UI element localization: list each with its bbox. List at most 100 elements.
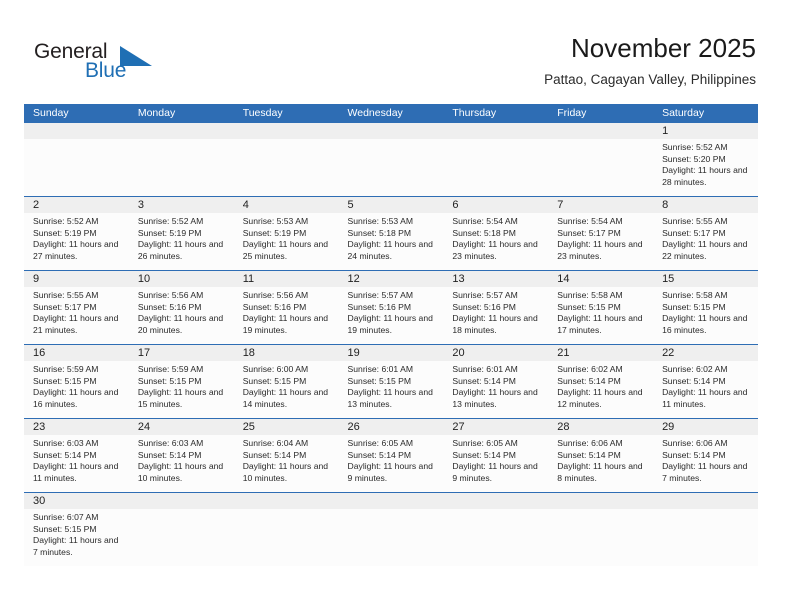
sunrise-text: Sunrise: 5:52 AM: [137, 216, 204, 226]
week-detail-strip: Sunrise: 6:03 AM Sunset: 5:14 PM Daylight:…: [24, 435, 758, 492]
sunset-text: Sunset: 5:14 PM: [33, 449, 97, 460]
day-number-empty: [653, 493, 758, 509]
day-number[interactable]: 14: [548, 271, 653, 287]
day-cell[interactable]: Sunrise: 5:52 AM Sunset: 5:19 PM Daylight:…: [129, 213, 234, 270]
day-cell[interactable]: Sunrise: 5:59 AM Sunset: 5:15 PM Daylight:…: [24, 361, 129, 418]
daylight-text: Daylight: 11 hours and 22 minutes.: [662, 239, 748, 261]
day-number[interactable]: 13: [443, 271, 548, 287]
sunset-text: Sunset: 5:15 PM: [33, 375, 97, 386]
general-blue-logo[interactable]: General Blue: [34, 40, 174, 88]
day-number[interactable]: 24: [129, 419, 234, 435]
day-cell[interactable]: Sunrise: 5:53 AM Sunset: 5:19 PM Daylight:…: [234, 213, 339, 270]
day-number[interactable]: 1: [653, 123, 758, 139]
day-cell[interactable]: Sunrise: 6:01 AM Sunset: 5:15 PM Daylight:…: [339, 361, 444, 418]
day-cell[interactable]: Sunrise: 5:55 AM Sunset: 5:17 PM Daylight:…: [24, 287, 129, 344]
day-number[interactable]: 29: [653, 419, 758, 435]
sunset-text: Sunset: 5:18 PM: [347, 227, 412, 238]
day-cell[interactable]: Sunrise: 6:02 AM Sunset: 5:14 PM Daylight:…: [548, 361, 653, 418]
day-number[interactable]: 30: [24, 493, 129, 509]
day-cell[interactable]: Sunrise: 5:52 AM Sunset: 5:19 PM Daylight:…: [24, 213, 129, 270]
day-number[interactable]: 18: [234, 345, 339, 361]
day-number[interactable]: 10: [129, 271, 234, 287]
day-cell[interactable]: Sunrise: 5:57 AM Sunset: 5:16 PM Daylight:…: [443, 287, 548, 344]
day-number[interactable]: 7: [548, 197, 653, 213]
day-number[interactable]: 27: [443, 419, 548, 435]
day-number[interactable]: 26: [339, 419, 444, 435]
daylight-text: Daylight: 11 hours and 28 minutes.: [662, 165, 748, 187]
daylight-text: Daylight: 11 hours and 8 minutes.: [557, 461, 643, 483]
sunrise-text: Sunrise: 5:54 AM: [452, 216, 518, 226]
day-cell-empty: [129, 139, 234, 196]
day-number[interactable]: 17: [129, 345, 234, 361]
weekday-header-wednesday: Wednesday: [347, 107, 403, 119]
day-number[interactable]: 20: [443, 345, 548, 361]
day-cell[interactable]: Sunrise: 5:54 AM Sunset: 5:17 PM Daylight:…: [548, 213, 653, 270]
day-number[interactable]: 3: [129, 197, 234, 213]
day-cell[interactable]: Sunrise: 5:58 AM Sunset: 5:15 PM Daylight:…: [548, 287, 653, 344]
daylight-text: Daylight: 11 hours and 19 minutes.: [347, 313, 433, 335]
day-number[interactable]: 16: [24, 345, 129, 361]
day-cell[interactable]: Sunrise: 6:05 AM Sunset: 5:14 PM Daylight:…: [339, 435, 444, 492]
sunset-text: Sunset: 5:14 PM: [137, 449, 202, 460]
day-cell[interactable]: Sunrise: 6:03 AM Sunset: 5:14 PM Daylight:…: [129, 435, 234, 492]
day-cell[interactable]: Sunrise: 6:03 AM Sunset: 5:14 PM Daylight:…: [24, 435, 129, 492]
weekday-header-monday: Monday: [137, 107, 176, 119]
day-number[interactable]: 4: [234, 197, 339, 213]
day-cell-empty: [234, 509, 339, 566]
day-cell[interactable]: Sunrise: 6:00 AM Sunset: 5:15 PM Daylight:…: [234, 361, 339, 418]
day-cell[interactable]: Sunrise: 5:59 AM Sunset: 5:15 PM Daylight:…: [129, 361, 234, 418]
calendar-week-row: 30 Sunrise: 6:07 AM Sunset: 5:15 PM Dayligh…: [24, 492, 758, 566]
day-number-empty: [234, 123, 339, 139]
day-number[interactable]: 19: [339, 345, 444, 361]
week-daynumber-strip: 30: [24, 493, 758, 509]
day-cell[interactable]: Sunrise: 6:04 AM Sunset: 5:14 PM Daylight:…: [234, 435, 339, 492]
sunrise-text: Sunrise: 6:06 AM: [662, 438, 728, 448]
sunrise-text: Sunrise: 5:58 AM: [662, 290, 728, 300]
weekday-header-friday: Friday: [557, 107, 587, 119]
logo-text-blue: Blue: [85, 59, 127, 82]
daylight-text: Daylight: 11 hours and 16 minutes.: [33, 387, 119, 409]
day-cell[interactable]: Sunrise: 6:06 AM Sunset: 5:14 PM Daylight:…: [653, 435, 758, 492]
day-cell[interactable]: Sunrise: 6:01 AM Sunset: 5:14 PM Daylight:…: [443, 361, 548, 418]
day-number[interactable]: 21: [548, 345, 653, 361]
day-number[interactable]: 11: [234, 271, 339, 287]
daylight-text: Daylight: 11 hours and 10 minutes.: [137, 461, 224, 483]
sunrise-text: Sunrise: 6:02 AM: [662, 364, 728, 374]
day-cell[interactable]: Sunrise: 5:58 AM Sunset: 5:15 PM Daylight:…: [653, 287, 758, 344]
day-number[interactable]: 22: [653, 345, 758, 361]
day-cell[interactable]: Sunrise: 5:56 AM Sunset: 5:16 PM Daylight:…: [234, 287, 339, 344]
day-cell[interactable]: Sunrise: 6:06 AM Sunset: 5:14 PM Daylight:…: [548, 435, 653, 492]
day-cell[interactable]: Sunrise: 5:54 AM Sunset: 5:18 PM Daylight:…: [443, 213, 548, 270]
sunset-text: Sunset: 5:14 PM: [452, 375, 516, 386]
day-cell-empty: [443, 139, 548, 196]
day-cell[interactable]: Sunrise: 5:56 AM Sunset: 5:16 PM Daylight:…: [129, 287, 234, 344]
day-cell[interactable]: Sunrise: 5:55 AM Sunset: 5:17 PM Daylight:…: [653, 213, 758, 270]
day-number[interactable]: 23: [24, 419, 129, 435]
day-number[interactable]: 5: [339, 197, 444, 213]
day-number[interactable]: 12: [339, 271, 444, 287]
day-cell[interactable]: Sunrise: 5:57 AM Sunset: 5:16 PM Daylight:…: [339, 287, 444, 344]
daylight-text: Daylight: 11 hours and 23 minutes.: [557, 239, 643, 261]
day-cell[interactable]: Sunrise: 6:05 AM Sunset: 5:14 PM Daylight:…: [443, 435, 548, 492]
day-number[interactable]: 6: [443, 197, 548, 213]
daylight-text: Daylight: 11 hours and 18 minutes.: [452, 313, 538, 335]
sunrise-text: Sunrise: 6:02 AM: [557, 364, 623, 374]
week-detail-strip: Sunrise: 5:52 AM Sunset: 5:20 PM Daylight:…: [24, 139, 758, 196]
day-cell[interactable]: Sunrise: 6:07 AM Sunset: 5:15 PM Daylight:…: [24, 509, 129, 566]
day-number-empty: [129, 493, 234, 509]
day-number[interactable]: 25: [234, 419, 339, 435]
day-number-empty: [339, 493, 444, 509]
day-number[interactable]: 8: [653, 197, 758, 213]
day-number[interactable]: 2: [24, 197, 129, 213]
sunset-text: Sunset: 5:19 PM: [242, 227, 307, 238]
day-number[interactable]: 15: [653, 271, 758, 287]
sunrise-text: Sunrise: 6:03 AM: [33, 438, 99, 448]
day-cell-empty: [548, 139, 653, 196]
day-cell[interactable]: Sunrise: 6:02 AM Sunset: 5:14 PM Daylight:…: [653, 361, 758, 418]
day-cell[interactable]: Sunrise: 5:53 AM Sunset: 5:18 PM Daylight:…: [339, 213, 444, 270]
day-cell[interactable]: Sunrise: 5:52 AM Sunset: 5:20 PM Daylight:…: [653, 139, 758, 196]
daylight-text: Daylight: 11 hours and 14 minutes.: [242, 387, 329, 409]
day-number[interactable]: 28: [548, 419, 653, 435]
sunset-text: Sunset: 5:14 PM: [662, 449, 726, 460]
day-number[interactable]: 9: [24, 271, 129, 287]
